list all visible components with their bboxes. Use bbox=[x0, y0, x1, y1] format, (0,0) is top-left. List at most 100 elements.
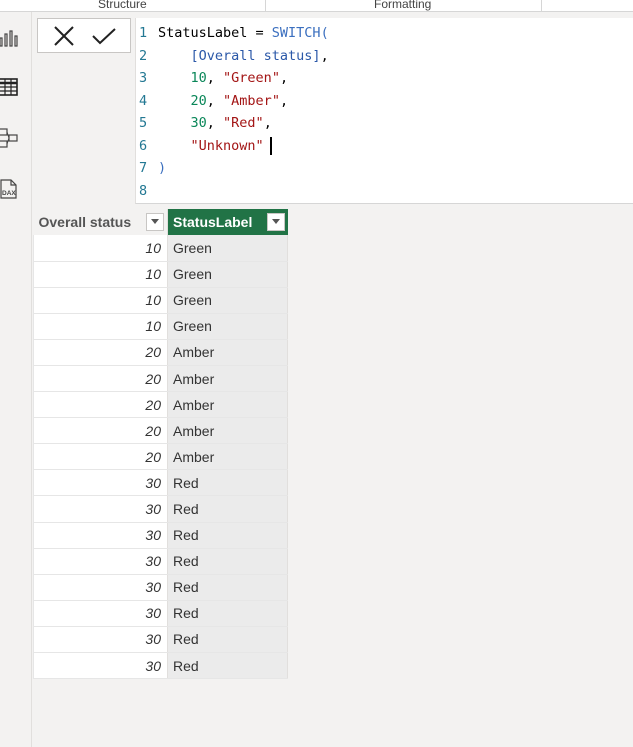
code-token: 30 bbox=[190, 115, 207, 131]
table-row[interactable]: 10 Green bbox=[33, 287, 288, 314]
code-line[interactable]: 7) bbox=[136, 157, 633, 179]
nav-table-view[interactable] bbox=[0, 73, 22, 101]
code-line[interactable]: 3 10, "Green", bbox=[136, 67, 633, 89]
code-token: 20 bbox=[190, 92, 207, 109]
code-token: , bbox=[279, 92, 289, 109]
dax-formula-editor[interactable]: 1 StatusLabel = SWITCH(2 [Overall status]… bbox=[135, 18, 633, 204]
cell-status-label[interactable]: Amber bbox=[167, 391, 288, 419]
table-row[interactable]: 30 Red bbox=[33, 652, 288, 680]
code-token: , bbox=[320, 47, 329, 64]
cell-status-label[interactable]: Red bbox=[167, 548, 288, 575]
column-filter-dropdown[interactable] bbox=[146, 213, 164, 231]
line-number: 1 bbox=[139, 25, 148, 41]
cell-status-label[interactable]: Amber bbox=[167, 365, 288, 393]
table-row[interactable]: 30 Red bbox=[33, 495, 288, 523]
cell-status-label[interactable]: Green bbox=[167, 287, 288, 314]
cell-overall-status[interactable]: 30 bbox=[33, 522, 168, 549]
cancel-formula-button[interactable] bbox=[49, 21, 79, 51]
table-row[interactable]: 20 Amber bbox=[33, 417, 288, 445]
checkmark-icon bbox=[92, 27, 116, 44]
column-header-label: Overall status bbox=[38, 214, 132, 230]
cell-overall-status[interactable]: 30 bbox=[33, 626, 168, 654]
code-line[interactable]: 2 [Overall status], bbox=[136, 45, 633, 67]
cell-status-label[interactable]: Amber bbox=[167, 443, 288, 471]
ribbon-group-structure: Structure bbox=[98, 0, 147, 11]
cell-overall-status[interactable]: 30 bbox=[33, 652, 168, 680]
code-line[interactable]: 1 StatusLabel = SWITCH( bbox=[136, 22, 633, 44]
table-header-row: Overall status StatusLabel bbox=[33, 209, 288, 235]
cell-overall-status[interactable]: 20 bbox=[33, 339, 168, 366]
cell-status-label[interactable]: Red bbox=[167, 626, 288, 654]
table-row[interactable]: 20 Amber bbox=[33, 339, 288, 366]
column-filter-dropdown[interactable] bbox=[266, 213, 285, 231]
code-line[interactable]: 8 bbox=[136, 180, 633, 202]
code-token: [Overall status] bbox=[190, 47, 321, 64]
cell-overall-status[interactable]: 20 bbox=[33, 365, 168, 393]
cell-status-label[interactable]: Green bbox=[167, 313, 288, 340]
table-row[interactable]: 10 Green bbox=[33, 313, 288, 340]
cell-overall-status[interactable]: 30 bbox=[33, 574, 168, 601]
text-cursor bbox=[269, 136, 272, 155]
code-line[interactable]: 6 "Unknown" bbox=[136, 135, 633, 157]
cell-status-label[interactable]: Green bbox=[167, 235, 288, 262]
column-header-status-label[interactable]: StatusLabel bbox=[167, 209, 288, 235]
cell-overall-status[interactable]: 30 bbox=[33, 600, 168, 627]
commit-formula-button[interactable] bbox=[89, 21, 119, 51]
table-row[interactable]: 10 Green bbox=[33, 235, 288, 262]
nav-report-view[interactable] bbox=[0, 24, 22, 52]
cell-overall-status[interactable]: 20 bbox=[33, 417, 168, 445]
table-row[interactable]: 10 Green bbox=[33, 261, 288, 288]
code-token: , bbox=[206, 115, 224, 131]
cell-overall-status[interactable]: 10 bbox=[33, 235, 168, 262]
table-row[interactable]: 30 Red bbox=[33, 522, 288, 549]
cell-status-label[interactable]: Red bbox=[167, 469, 288, 497]
cell-status-label[interactable]: Red bbox=[167, 600, 288, 627]
code-token: , bbox=[279, 70, 289, 86]
code-token: , bbox=[206, 70, 224, 86]
dax-icon: DAX bbox=[0, 179, 17, 199]
cell-overall-status[interactable]: 10 bbox=[33, 287, 168, 314]
cell-overall-status[interactable]: 10 bbox=[33, 313, 168, 340]
chevron-down-icon bbox=[151, 219, 159, 224]
cell-status-label[interactable]: Amber bbox=[167, 339, 288, 366]
cell-status-label[interactable]: Red bbox=[167, 652, 288, 680]
cell-overall-status[interactable]: 20 bbox=[33, 391, 168, 419]
code-token: , bbox=[263, 115, 272, 131]
code-text: [Overall status], bbox=[158, 45, 329, 67]
table-row[interactable]: 30 Red bbox=[33, 548, 288, 575]
nav-model-view[interactable] bbox=[0, 124, 22, 152]
cell-overall-status[interactable]: 30 bbox=[33, 469, 168, 497]
code-line[interactable]: 5 30, "Red", bbox=[136, 112, 633, 134]
cell-status-label[interactable]: Amber bbox=[167, 417, 288, 445]
nav-dax-query-view[interactable]: DAX bbox=[0, 175, 22, 203]
cell-overall-status[interactable]: 10 bbox=[33, 261, 168, 288]
cell-status-label[interactable]: Red bbox=[167, 574, 288, 601]
cell-overall-status[interactable]: 30 bbox=[33, 548, 168, 575]
table-row[interactable]: 30 Red bbox=[33, 469, 288, 497]
cell-overall-status[interactable]: 20 bbox=[33, 443, 168, 471]
code-line[interactable]: 4 20, "Amber", bbox=[136, 90, 633, 112]
line-number: 4 bbox=[139, 92, 148, 109]
data-table: Overall status StatusLabel 10 Green 10 Gree… bbox=[33, 209, 288, 680]
table-row[interactable]: 20 Amber bbox=[33, 365, 288, 393]
cell-status-label[interactable]: Green bbox=[167, 261, 288, 288]
table-row[interactable]: 20 Amber bbox=[33, 391, 288, 419]
table-row[interactable]: 30 Red bbox=[33, 626, 288, 654]
ribbon-divider bbox=[541, 0, 542, 12]
table-row[interactable]: 20 Amber bbox=[33, 443, 288, 471]
cell-status-label[interactable]: Red bbox=[167, 495, 288, 523]
formula-commit-box bbox=[37, 18, 131, 53]
column-header-overall-status[interactable]: Overall status bbox=[33, 209, 168, 235]
power-bi-table-view: Structure Formatting DAX 1 StatusLabel =… bbox=[0, 0, 633, 747]
line-number: 7 bbox=[139, 160, 148, 176]
cell-overall-status[interactable]: 30 bbox=[33, 495, 168, 523]
line-number: 5 bbox=[139, 115, 148, 131]
line-number: 8 bbox=[139, 182, 148, 199]
table-row[interactable]: 30 Red bbox=[33, 574, 288, 601]
code-text: 10, "Green", bbox=[158, 67, 289, 89]
code-text: StatusLabel = SWITCH( bbox=[158, 22, 329, 44]
svg-text:DAX: DAX bbox=[2, 190, 16, 197]
cell-status-label[interactable]: Red bbox=[167, 522, 288, 549]
table-row[interactable]: 30 Red bbox=[33, 600, 288, 627]
